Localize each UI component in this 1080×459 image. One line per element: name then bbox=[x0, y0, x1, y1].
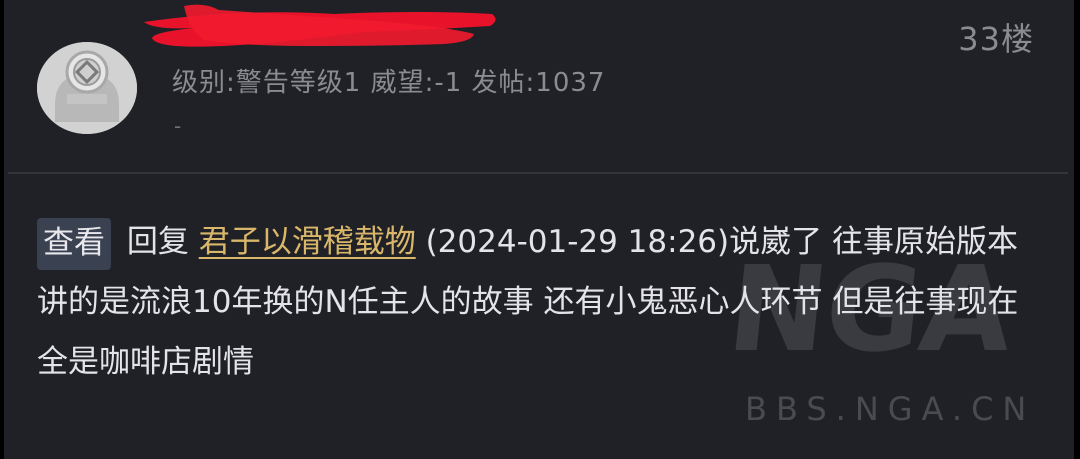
post-container: 33楼 级别:警告等级1 威望:-1 发帖:1037 - NGA BBS.NGA… bbox=[0, 0, 1080, 459]
reply-label: 回复 bbox=[126, 224, 189, 260]
user-signature: - bbox=[174, 114, 182, 138]
reply-content: 查看 回复 君子以滑稽载物 (2024-01-29 18:26)说崴了 往事原始… bbox=[37, 212, 1047, 392]
watermark-url: BBS.NGA.CN bbox=[745, 390, 1036, 428]
username-redaction bbox=[144, 4, 496, 47]
floor-number: 33楼 bbox=[958, 20, 1034, 58]
quoted-author-link[interactable]: 君子以滑稽载物 bbox=[199, 224, 416, 260]
reply-timestamp: (2024-01-29 18:26) bbox=[425, 224, 730, 260]
view-button[interactable]: 查看 bbox=[37, 217, 111, 270]
user-stats: 级别:警告等级1 威望:-1 发帖:1037 bbox=[172, 68, 606, 98]
divider bbox=[8, 172, 1068, 174]
